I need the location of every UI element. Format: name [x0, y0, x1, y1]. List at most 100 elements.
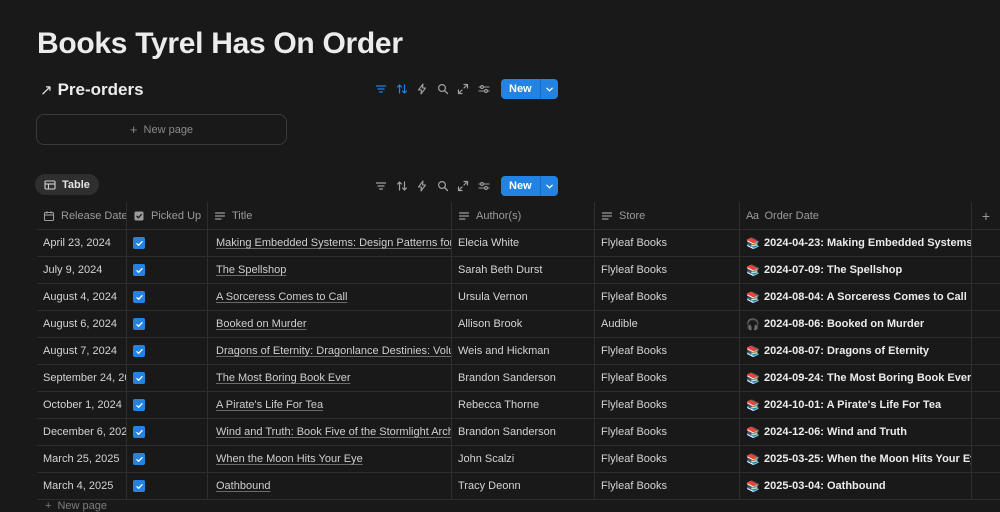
release-date-cell[interactable]: September 24, 2024 — [37, 365, 127, 391]
title-cell[interactable]: Making Embedded Systems: Design Patterns… — [208, 230, 452, 256]
book-title-link[interactable]: Dragons of Eternity: Dragonlance Destini… — [214, 345, 451, 357]
author-cell[interactable]: Tracy Deonn — [452, 473, 595, 499]
order-date-cell[interactable]: 📚 2024-07-09: The Spellshop — [740, 257, 972, 283]
filter-icon[interactable] — [371, 176, 391, 196]
table-row[interactable]: December 6, 2024 Wind and Truth: Book Fiv… — [37, 419, 1000, 446]
author-cell[interactable]: Rebecca Thorne — [452, 392, 595, 418]
picked-up-checkbox[interactable] — [133, 453, 145, 465]
new-button-label[interactable]: New — [501, 176, 540, 196]
picked-up-checkbox[interactable] — [133, 345, 145, 357]
picked-up-cell[interactable] — [127, 311, 208, 337]
release-date-cell[interactable]: July 9, 2024 — [37, 257, 127, 283]
search-icon[interactable] — [433, 176, 453, 196]
table-row[interactable]: April 23, 2024 Making Embedded Systems: D… — [37, 230, 1000, 257]
table-row[interactable]: July 9, 2024 The Spellshop Sarah Beth Durs… — [37, 257, 1000, 284]
new-page-row[interactable]: + New page — [45, 500, 107, 512]
title-cell[interactable]: The Spellshop — [208, 257, 452, 283]
sort-icon[interactable] — [392, 176, 412, 196]
author-cell[interactable]: Weis and Hickman — [452, 338, 595, 364]
book-title-link[interactable]: Making Embedded Systems: Design Patterns… — [214, 237, 451, 249]
column-header-order-date[interactable]: Aa Order Date — [740, 202, 972, 229]
release-date-cell[interactable]: April 23, 2024 — [37, 230, 127, 256]
picked-up-checkbox[interactable] — [133, 291, 145, 303]
release-date-cell[interactable]: August 7, 2024 — [37, 338, 127, 364]
settings-icon[interactable] — [474, 79, 494, 99]
picked-up-cell[interactable] — [127, 257, 208, 283]
table-row[interactable]: August 7, 2024 Dragons of Eternity: Drago… — [37, 338, 1000, 365]
filter-icon[interactable] — [371, 79, 391, 99]
expand-icon[interactable] — [453, 79, 473, 99]
column-header-picked-up[interactable]: Picked Up — [127, 202, 208, 229]
release-date-cell[interactable]: December 6, 2024 — [37, 419, 127, 445]
release-date-cell[interactable]: August 6, 2024 — [37, 311, 127, 337]
picked-up-cell[interactable] — [127, 365, 208, 391]
store-cell[interactable]: Flyleaf Books — [595, 257, 740, 283]
lightning-icon[interactable] — [412, 79, 432, 99]
author-cell[interactable]: Brandon Sanderson — [452, 419, 595, 445]
store-cell[interactable]: Flyleaf Books — [595, 338, 740, 364]
picked-up-cell[interactable] — [127, 419, 208, 445]
store-cell[interactable]: Audible — [595, 311, 740, 337]
order-date-cell[interactable]: 📚 2025-03-04: Oathbound — [740, 473, 972, 499]
title-cell[interactable]: A Sorceress Comes to Call — [208, 284, 452, 310]
store-cell[interactable]: Flyleaf Books — [595, 446, 740, 472]
book-title-link[interactable]: Oathbound — [214, 480, 270, 492]
search-icon[interactable] — [433, 79, 453, 99]
release-date-cell[interactable]: August 4, 2024 — [37, 284, 127, 310]
table-row[interactable]: October 1, 2024 A Pirate's Life For Tea Re… — [37, 392, 1000, 419]
title-cell[interactable]: Oathbound — [208, 473, 452, 499]
picked-up-checkbox[interactable] — [133, 237, 145, 249]
store-cell[interactable]: Flyleaf Books — [595, 419, 740, 445]
add-column-button[interactable]: + — [972, 202, 1000, 229]
column-header-authors[interactable]: Author(s) — [452, 202, 595, 229]
new-button[interactable]: New — [501, 176, 558, 196]
lightning-icon[interactable] — [412, 176, 432, 196]
picked-up-checkbox[interactable] — [133, 480, 145, 492]
picked-up-cell[interactable] — [127, 392, 208, 418]
title-cell[interactable]: Wind and Truth: Book Five of the Stormli… — [208, 419, 452, 445]
book-title-link[interactable]: A Pirate's Life For Tea — [214, 399, 323, 411]
title-cell[interactable]: Booked on Murder — [208, 311, 452, 337]
title-cell[interactable]: Dragons of Eternity: Dragonlance Destini… — [208, 338, 452, 364]
store-cell[interactable]: Flyleaf Books — [595, 230, 740, 256]
title-cell[interactable]: When the Moon Hits Your Eye — [208, 446, 452, 472]
linked-database-header[interactable]: ↗ Pre-orders — [40, 79, 144, 101]
order-date-cell[interactable]: 📚 2025-03-25: When the Moon Hits Your Eye — [740, 446, 972, 472]
book-title-link[interactable]: When the Moon Hits Your Eye — [214, 453, 363, 465]
new-page-card[interactable]: + New page — [36, 114, 287, 145]
release-date-cell[interactable]: October 1, 2024 — [37, 392, 127, 418]
database-title[interactable]: Pre-orders — [58, 80, 144, 100]
picked-up-cell[interactable] — [127, 284, 208, 310]
book-title-link[interactable]: The Spellshop — [214, 264, 286, 276]
order-date-cell[interactable]: 📚 2024-04-23: Making Embedded Systems — [740, 230, 972, 256]
picked-up-checkbox[interactable] — [133, 372, 145, 384]
picked-up-cell[interactable] — [127, 473, 208, 499]
table-row[interactable]: August 6, 2024 Booked on Murder Allison Br… — [37, 311, 1000, 338]
author-cell[interactable]: John Scalzi — [452, 446, 595, 472]
picked-up-checkbox[interactable] — [133, 399, 145, 411]
author-cell[interactable]: Brandon Sanderson — [452, 365, 595, 391]
author-cell[interactable]: Ursula Vernon — [452, 284, 595, 310]
store-cell[interactable]: Flyleaf Books — [595, 284, 740, 310]
tab-table-view[interactable]: Table — [35, 174, 99, 195]
table-row[interactable]: August 4, 2024 A Sorceress Comes to Call U… — [37, 284, 1000, 311]
store-cell[interactable]: Flyleaf Books — [595, 365, 740, 391]
order-date-cell[interactable]: 📚 2024-09-24: The Most Boring Book Ever — [740, 365, 972, 391]
new-button-label[interactable]: New — [501, 79, 540, 99]
table-row[interactable]: March 25, 2025 When the Moon Hits Your Ey… — [37, 446, 1000, 473]
order-date-cell[interactable]: 🎧 2024-08-06: Booked on Murder — [740, 311, 972, 337]
release-date-cell[interactable]: March 4, 2025 — [37, 473, 127, 499]
picked-up-checkbox[interactable] — [133, 426, 145, 438]
table-row[interactable]: September 24, 2024 The Most Boring Book E… — [37, 365, 1000, 392]
chevron-down-icon[interactable] — [539, 176, 558, 196]
column-header-release-date[interactable]: Release Date — [37, 202, 127, 229]
book-title-link[interactable]: Booked on Murder — [214, 318, 307, 330]
book-title-link[interactable]: The Most Boring Book Ever — [214, 372, 351, 384]
title-cell[interactable]: A Pirate's Life For Tea — [208, 392, 452, 418]
book-title-link[interactable]: Wind and Truth: Book Five of the Stormli… — [214, 426, 451, 438]
chevron-down-icon[interactable] — [539, 79, 558, 99]
table-row[interactable]: March 4, 2025 Oathbound Tracy Deonn Flyleaf… — [37, 473, 1000, 500]
picked-up-cell[interactable] — [127, 230, 208, 256]
store-cell[interactable]: Flyleaf Books — [595, 473, 740, 499]
author-cell[interactable]: Sarah Beth Durst — [452, 257, 595, 283]
